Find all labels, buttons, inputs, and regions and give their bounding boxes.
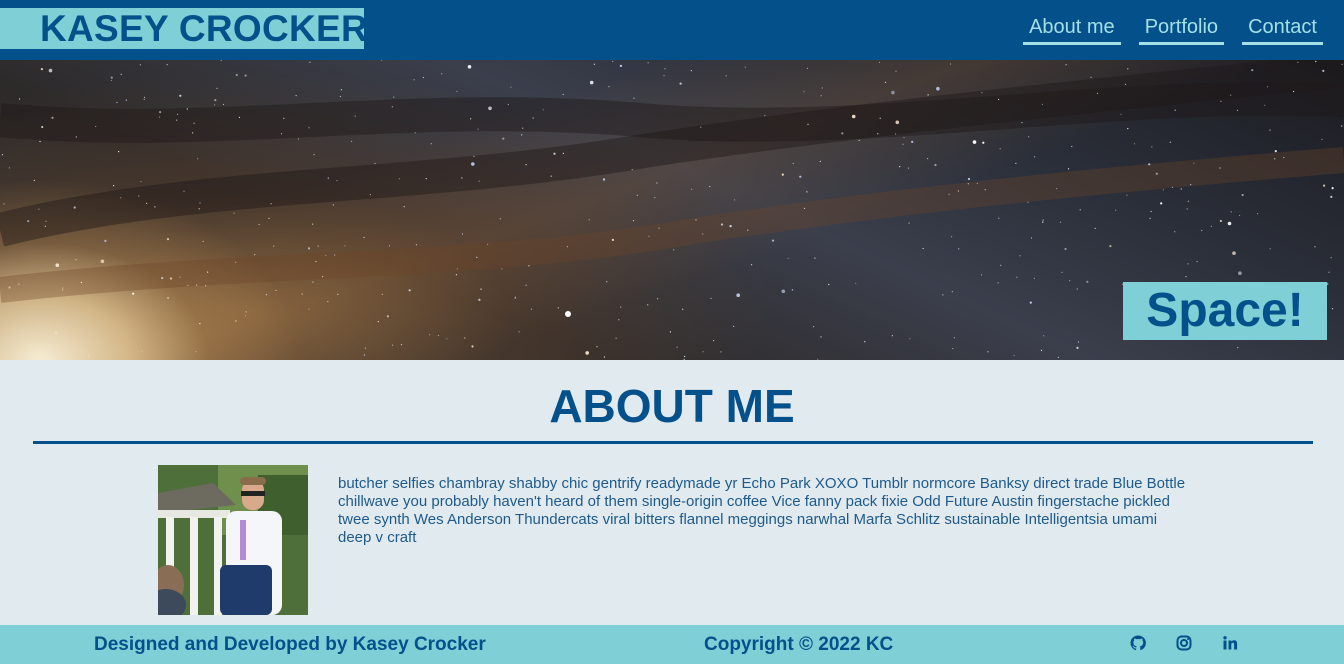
hero-banner: Space! xyxy=(0,60,1344,360)
footer-copyright: Copyright © 2022 KC xyxy=(704,634,894,655)
main-nav: About me Portfolio Contact xyxy=(1023,13,1323,45)
profile-photo xyxy=(158,465,308,615)
site-footer: Designed and Developed by Kasey Crocker … xyxy=(0,625,1344,664)
nav-about-me-link[interactable]: About me xyxy=(1023,13,1121,45)
site-header: KASEY CROCKER About me Portfolio Contact xyxy=(0,0,1344,60)
site-brand[interactable]: KASEY CROCKER xyxy=(0,8,368,49)
nav-contact-link[interactable]: Contact xyxy=(1242,13,1323,45)
about-title: ABOUT ME xyxy=(549,380,795,432)
about-divider xyxy=(33,441,1313,444)
github-icon[interactable] xyxy=(1128,633,1148,653)
hero-badge: Space! xyxy=(1123,282,1327,340)
linkedin-icon[interactable] xyxy=(1220,633,1240,653)
footer-credit: Designed and Developed by Kasey Crocker xyxy=(94,634,486,655)
about-bio: butcher selfies chambray shabby chic gen… xyxy=(338,475,1186,546)
nav-portfolio-link[interactable]: Portfolio xyxy=(1138,13,1225,45)
instagram-icon[interactable] xyxy=(1174,633,1194,653)
